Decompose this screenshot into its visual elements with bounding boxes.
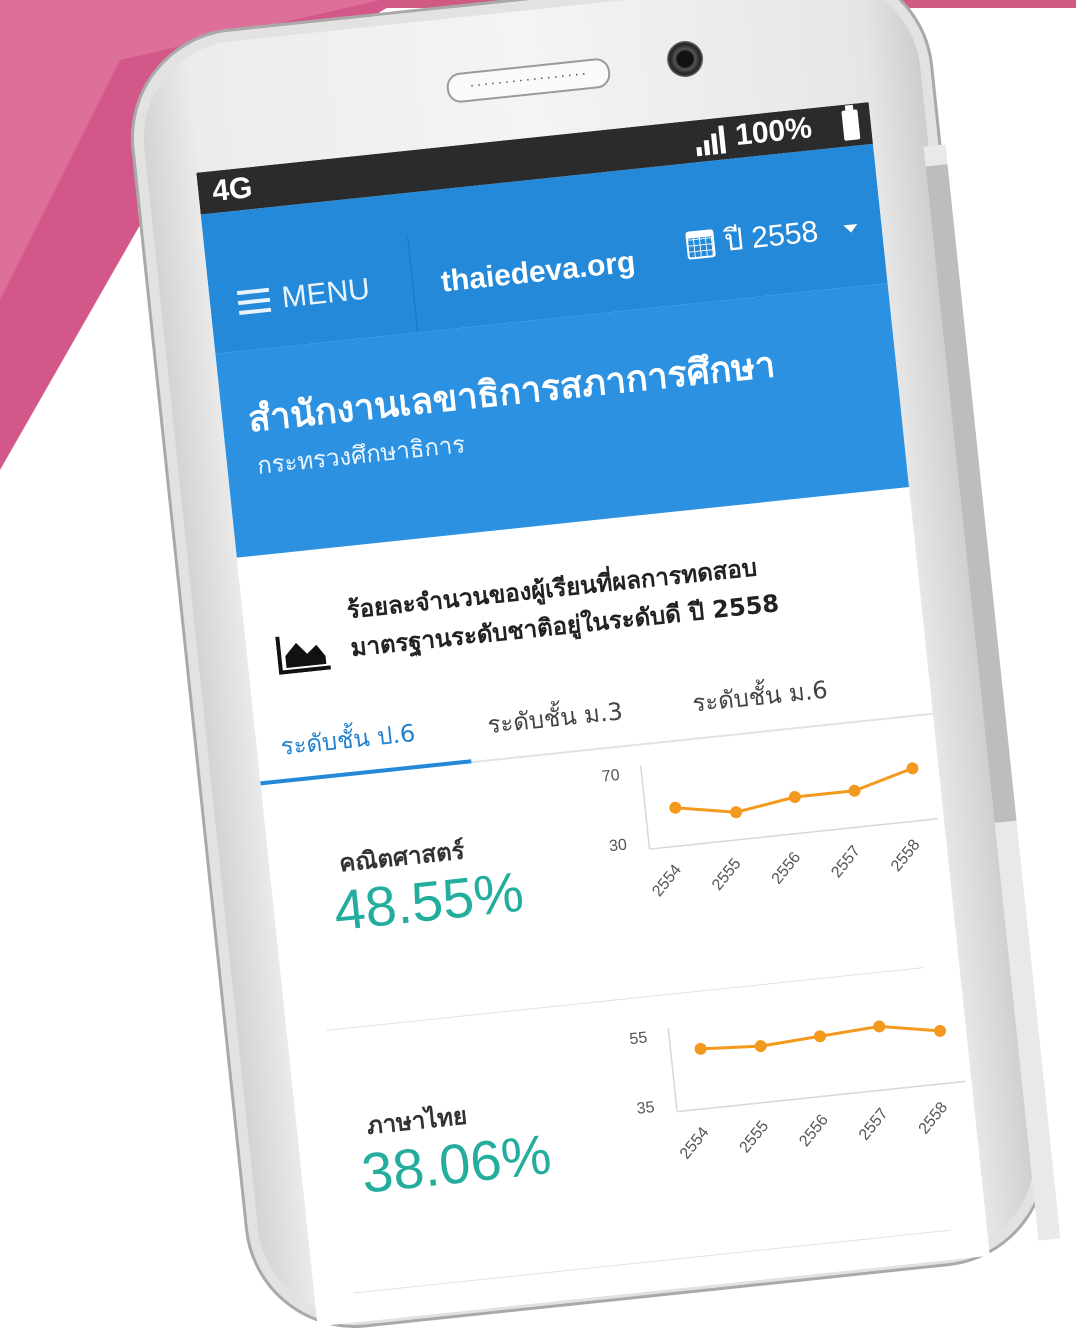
data-point (730, 806, 743, 819)
x-tick-label: 2555 (737, 1118, 773, 1156)
battery-icon (841, 109, 861, 141)
trend-chart-math: 70 30 2554 2555 2556 2557 2558 (601, 762, 938, 900)
data-point (873, 1020, 886, 1033)
data-point (848, 784, 861, 797)
network-indicator: 4G (210, 171, 254, 209)
battery-percentage: 100% (733, 111, 814, 153)
x-tick-label: 2558 (888, 836, 924, 874)
x-tick-label: 2557 (828, 843, 864, 881)
tab-grade-p6[interactable]: ระดับชั้น ป.6 (279, 713, 417, 766)
x-tick-label: 2554 (677, 1124, 713, 1162)
y-tick-label: 30 (608, 836, 628, 855)
x-tick-label: 2557 (856, 1105, 892, 1143)
y-axis-line (639, 765, 651, 850)
data-point (906, 762, 919, 775)
y-axis-line (667, 1028, 678, 1112)
data-point (754, 1040, 767, 1053)
hamburger-icon (236, 287, 272, 316)
phone-screen: 4G 100% MENU thaiedeva.org ปี 2558 สำนัก… (196, 102, 990, 1327)
year-dropdown[interactable]: ปี 2558 (684, 204, 860, 269)
y-tick-label: 70 (601, 767, 621, 786)
y-tick-label: 55 (629, 1029, 649, 1048)
area-chart-icon (275, 636, 331, 675)
x-tick-label: 2556 (769, 849, 805, 887)
tab-grade-m3[interactable]: ระดับชั้น ม.3 (486, 691, 625, 744)
x-tick-label: 2558 (916, 1099, 952, 1137)
data-point (669, 801, 682, 814)
x-axis-line (649, 818, 938, 850)
x-axis-line (676, 1080, 966, 1113)
calendar-icon (685, 228, 716, 260)
signal-icon (694, 125, 731, 157)
chevron-down-icon (843, 223, 859, 233)
y-tick-label: 35 (636, 1099, 656, 1118)
year-dropdown-label: ปี 2558 (722, 215, 820, 258)
trend-chart-thai: 55 35 2554 2555 2556 2557 2558 (629, 1020, 966, 1163)
data-point (788, 791, 801, 804)
data-point (934, 1024, 947, 1037)
phone-mockup: ................. 4G 100% MENU thaiedeva… (120, 0, 1061, 1339)
x-tick-label: 2554 (649, 862, 685, 900)
x-tick-label: 2555 (709, 855, 745, 893)
data-point (694, 1042, 707, 1055)
data-point (813, 1030, 826, 1043)
site-name-link[interactable]: thaiedeva.org (439, 245, 637, 299)
card-title: ร้อยละจำนวนของผู้เรียนที่ผลการทดสอบ มาตร… (345, 547, 781, 668)
menu-label: MENU (280, 272, 372, 315)
x-tick-label: 2556 (796, 1112, 832, 1150)
organization-title: สำนักงานเลขาธิการสภาการศึกษา (246, 344, 778, 441)
tab-grade-m6[interactable]: ระดับชั้น ม.6 (690, 670, 829, 723)
